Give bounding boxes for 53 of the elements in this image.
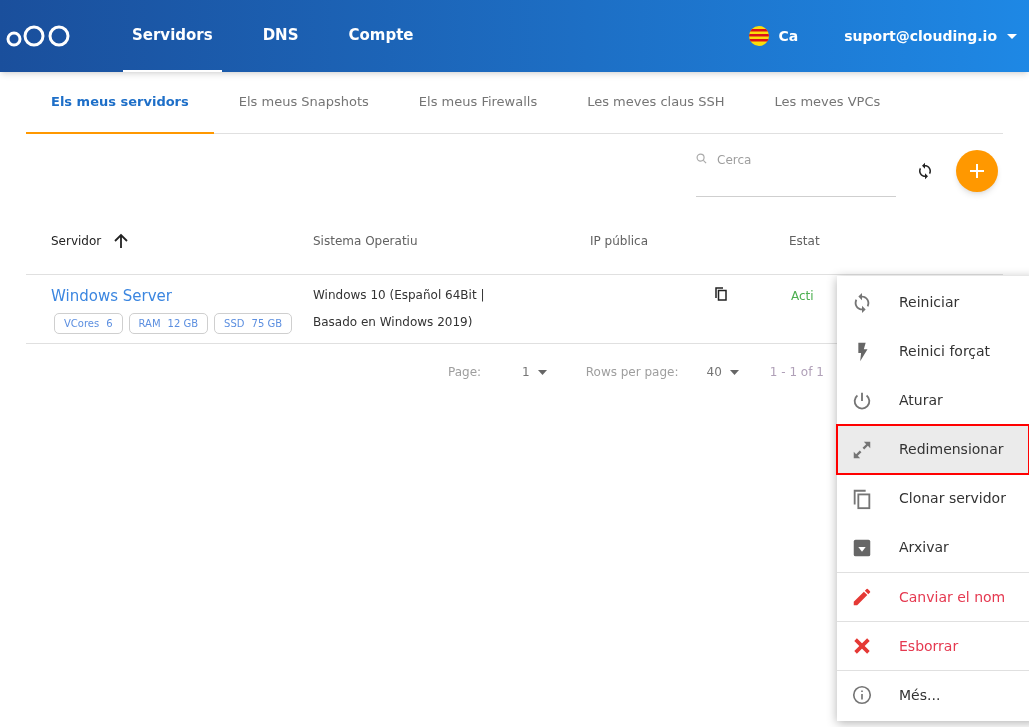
tab[interactable]: Els meus Snapshots — [213, 72, 394, 134]
pencil-icon — [851, 586, 873, 608]
menu-item[interactable]: Aturar — [837, 376, 1029, 425]
tab[interactable]: Els meus Firewalls — [393, 72, 563, 134]
refresh-icon[interactable] — [916, 162, 934, 180]
column-header[interactable]: IP pública — [590, 232, 649, 250]
account-menu[interactable]: suport@clouding.io — [844, 25, 1017, 47]
plus-icon — [970, 164, 984, 178]
language-label[interactable]: Ca — [778, 25, 799, 47]
logo-icon[interactable] — [6, 24, 72, 48]
os-text: Windows 10 (Español 64Bit | — [313, 287, 486, 304]
menu-item[interactable]: Esborrar — [837, 621, 1029, 670]
menu-item[interactable]: Redimensionar — [837, 425, 1029, 474]
caret-icon — [537, 369, 547, 375]
menu-item[interactable]: Reinici forçat — [837, 327, 1029, 376]
spec-label: VCores — [64, 316, 100, 331]
copy-icon[interactable] — [715, 287, 727, 301]
tab[interactable]: Les meves VPCs — [749, 72, 906, 134]
tab[interactable]: Els meus servidors — [26, 72, 214, 134]
nav-tab[interactable]: Compte — [339, 0, 423, 72]
spec-label: RAM — [138, 316, 161, 331]
spec-value: 12 GB — [167, 316, 199, 331]
caret-icon — [1007, 33, 1017, 39]
server-link[interactable]: Windows Server — [51, 285, 172, 308]
os-text: Basado en Windows 2019) — [313, 314, 474, 331]
column-header[interactable]: Servidor — [51, 232, 102, 250]
range-text: 1 - 1 of 1 — [769, 364, 824, 381]
caret-icon — [729, 369, 739, 375]
menu-item[interactable]: Clonar servidor — [837, 474, 1029, 523]
sort-arrow-icon[interactable] — [113, 233, 130, 249]
search-icon — [696, 153, 707, 164]
copy-icon — [851, 487, 873, 510]
flag-icon[interactable] — [747, 25, 770, 47]
tab[interactable]: Les meves claus SSH — [562, 72, 750, 134]
page-select[interactable]: 1 — [522, 363, 547, 381]
menu-item[interactable]: Més... — [837, 670, 1029, 719]
spec-value: 75 GB — [251, 316, 283, 331]
spec-label: SSD — [224, 316, 245, 331]
info-icon — [851, 684, 873, 706]
rows-select[interactable]: 40 — [706, 363, 739, 381]
menu-item[interactable]: Arxivar — [837, 523, 1029, 572]
rows-per-page-label: Rows per page: — [585, 364, 679, 381]
menu-item[interactable]: Reiniciar — [837, 278, 1029, 327]
column-header[interactable]: Sistema Operatiu — [313, 232, 418, 250]
status-text: Acti — [791, 289, 814, 303]
page-label: Page: — [448, 364, 482, 381]
search-field[interactable]: Cerca — [696, 145, 896, 197]
column-header[interactable]: Estat — [789, 232, 820, 250]
nav-tab[interactable]: DNS — [253, 0, 308, 72]
menu-item[interactable]: Canviar el nom — [837, 572, 1029, 621]
nav-tab[interactable]: Servidors — [123, 0, 222, 72]
search-input: Cerca — [717, 151, 867, 169]
spec-value: 6 — [106, 316, 113, 331]
